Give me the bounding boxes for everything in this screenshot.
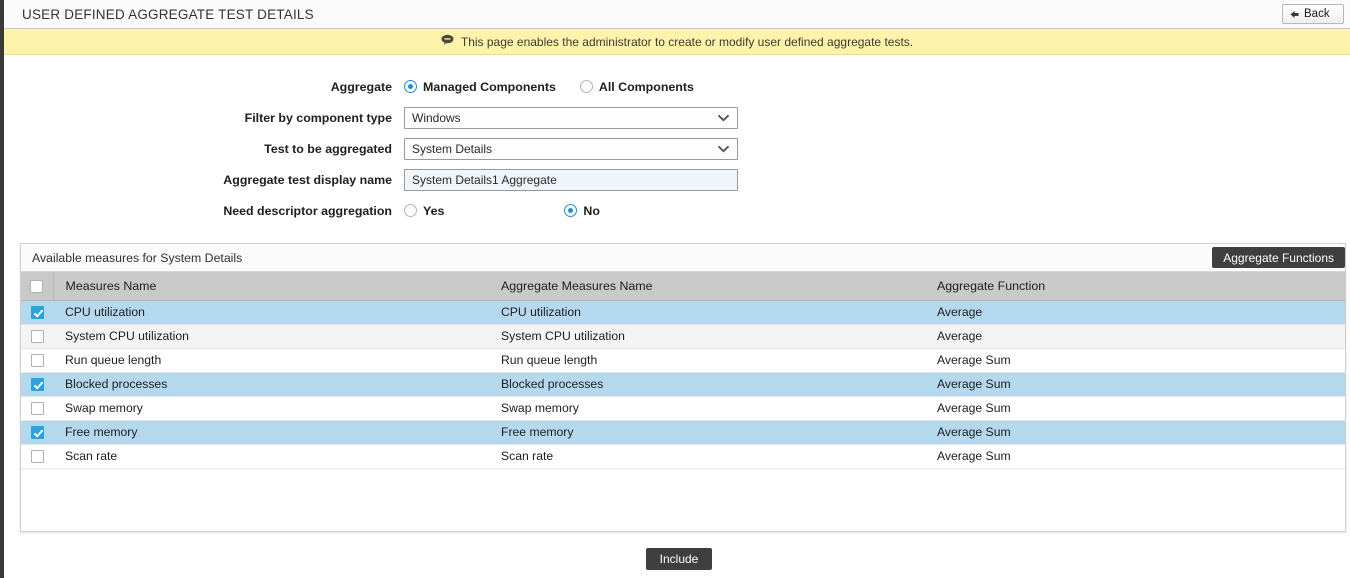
need-descriptor-aggregation-label: Need descriptor aggregation [223, 203, 392, 218]
radio-managed-components-indicator[interactable] [404, 80, 417, 93]
descriptor-aggregation-radio-group: Yes No [404, 204, 600, 218]
form-row-display-name: Aggregate test display name [4, 164, 1350, 195]
aggregate-functions-button[interactable]: Aggregate Functions [1212, 247, 1345, 268]
filter-component-type-value: Windows [412, 110, 461, 125]
radio-descriptor-no-label: No [583, 203, 600, 218]
left-arrow-icon [1289, 9, 1300, 20]
cell-aggregate-measure-name: Blocked processes [489, 372, 925, 397]
table-empty-area [21, 468, 1345, 531]
back-button[interactable]: Back [1282, 4, 1344, 24]
radio-all-components-indicator[interactable] [579, 80, 593, 93]
panel-title: Available measures for System Details [32, 250, 243, 265]
radio-descriptor-yes-indicator[interactable] [404, 204, 417, 217]
filter-component-type-label: Filter by component type [244, 110, 392, 125]
cell-aggregate-function: Average Sum [925, 372, 1345, 397]
table-row[interactable]: Free memory Free memory Average Sum [21, 420, 1345, 445]
table-row[interactable]: System CPU utilization System CPU utiliz… [21, 324, 1345, 349]
cell-aggregate-function: Average Sum [925, 444, 1345, 469]
cell-measure-name: System CPU utilization [53, 324, 489, 349]
table-row[interactable]: Scan rate Scan rate Average Sum [21, 444, 1345, 469]
cell-aggregate-function: Average [925, 300, 1345, 325]
row-checkbox-cell [21, 348, 53, 373]
chevron-down-icon [718, 111, 729, 125]
available-measures-panel: Available measures for System Details Ag… [20, 243, 1346, 532]
radio-managed-components[interactable]: Managed Components [404, 80, 556, 94]
cell-measure-name: CPU utilization [53, 300, 489, 325]
radio-managed-components-label: Managed Components [423, 79, 556, 94]
filter-component-type-select[interactable]: Windows [404, 106, 738, 129]
select-all-checkbox[interactable] [30, 279, 44, 293]
row-checkbox[interactable] [30, 306, 44, 320]
row-checkbox-cell [21, 300, 53, 325]
form-row-test-to-be-aggregated: Test to be aggregated System Details [4, 133, 1350, 164]
aggregate-form: Aggregate Managed Components All Compone… [4, 55, 1350, 226]
speech-bubble-icon [441, 33, 454, 51]
measures-table: Measures Name Aggregate Measures Name Ag… [21, 272, 1345, 469]
form-row-filter-component-type: Filter by component type Windows [4, 102, 1350, 133]
radio-descriptor-no[interactable]: No [564, 204, 600, 218]
form-row-aggregate: Aggregate Managed Components All Compone… [4, 71, 1350, 102]
row-checkbox-cell [21, 396, 53, 421]
row-checkbox-cell [21, 372, 53, 397]
row-checkbox[interactable] [30, 354, 44, 368]
cell-aggregate-function: Average Sum [925, 420, 1345, 445]
cell-measure-name: Run queue length [53, 348, 489, 373]
radio-descriptor-no-indicator[interactable] [564, 204, 578, 217]
info-banner-message: This page enables the administrator to c… [460, 34, 914, 49]
cell-measure-name: Scan rate [53, 444, 489, 469]
row-checkbox[interactable] [30, 402, 44, 416]
cell-aggregate-measure-name: Swap memory [489, 396, 925, 421]
table-row[interactable]: CPU utilization CPU utilization Average [21, 300, 1345, 325]
cell-aggregate-measure-name: CPU utilization [489, 300, 925, 325]
cell-aggregate-measure-name: System CPU utilization [489, 324, 925, 349]
select-all-header-cell [21, 272, 54, 301]
page-root: USER DEFINED AGGREGATE TEST DETAILS Back… [0, 0, 1350, 578]
test-to-be-aggregated-select[interactable]: System Details [404, 137, 738, 160]
cell-aggregate-function: Average [925, 324, 1345, 349]
test-to-be-aggregated-value: System Details [412, 141, 493, 156]
row-checkbox-cell [21, 324, 53, 349]
title-bar: USER DEFINED AGGREGATE TEST DETAILS Back [4, 0, 1350, 29]
aggregate-test-display-name-label: Aggregate test display name [223, 172, 392, 187]
include-button[interactable]: Include [645, 548, 713, 570]
cell-aggregate-function: Average Sum [925, 348, 1345, 373]
cell-measure-name: Blocked processes [53, 372, 489, 397]
column-header-aggregate-measures-name: Aggregate Measures Name [489, 272, 925, 301]
info-banner: This page enables the administrator to c… [4, 29, 1350, 55]
radio-descriptor-yes-label: Yes [423, 203, 445, 218]
radio-all-components-label: All Components [598, 79, 694, 94]
aggregate-radio-group: Managed Components All Components [404, 80, 694, 94]
row-checkbox[interactable] [30, 330, 44, 344]
cell-measure-name: Free memory [53, 420, 489, 445]
row-checkbox[interactable] [30, 378, 44, 392]
table-header-row: Measures Name Aggregate Measures Name Ag… [21, 272, 1345, 301]
footer-bar: Include [4, 548, 1350, 570]
table-row[interactable]: Run queue length Run queue length Averag… [21, 348, 1345, 373]
cell-aggregate-measure-name: Free memory [489, 420, 925, 445]
back-button-label: Back [1304, 8, 1330, 20]
row-checkbox[interactable] [30, 450, 44, 464]
cell-measure-name: Swap memory [53, 396, 489, 421]
page-title: USER DEFINED AGGREGATE TEST DETAILS [22, 6, 314, 22]
row-checkbox[interactable] [30, 426, 44, 440]
radio-descriptor-yes[interactable]: Yes [404, 204, 444, 218]
table-row[interactable]: Swap memory Swap memory Average Sum [21, 396, 1345, 421]
form-row-descriptor-aggregation: Need descriptor aggregation Yes No [4, 195, 1350, 226]
row-checkbox-cell [21, 420, 53, 445]
cell-aggregate-measure-name: Scan rate [489, 444, 925, 469]
column-header-aggregate-function: Aggregate Function [925, 272, 1345, 301]
aggregate-test-display-name-input[interactable] [404, 168, 738, 191]
row-checkbox-cell [21, 444, 53, 469]
cell-aggregate-function: Average Sum [925, 396, 1345, 421]
aggregate-label: Aggregate [330, 79, 392, 94]
radio-all-components[interactable]: All Components [579, 79, 694, 94]
cell-aggregate-measure-name: Run queue length [489, 348, 925, 373]
column-header-measures-name: Measures Name [53, 272, 489, 301]
test-to-be-aggregated-label: Test to be aggregated [264, 141, 392, 156]
panel-header: Available measures for System Details Ag… [21, 244, 1345, 272]
table-row[interactable]: Blocked processes Blocked processes Aver… [21, 372, 1345, 397]
chevron-down-icon [718, 142, 729, 156]
